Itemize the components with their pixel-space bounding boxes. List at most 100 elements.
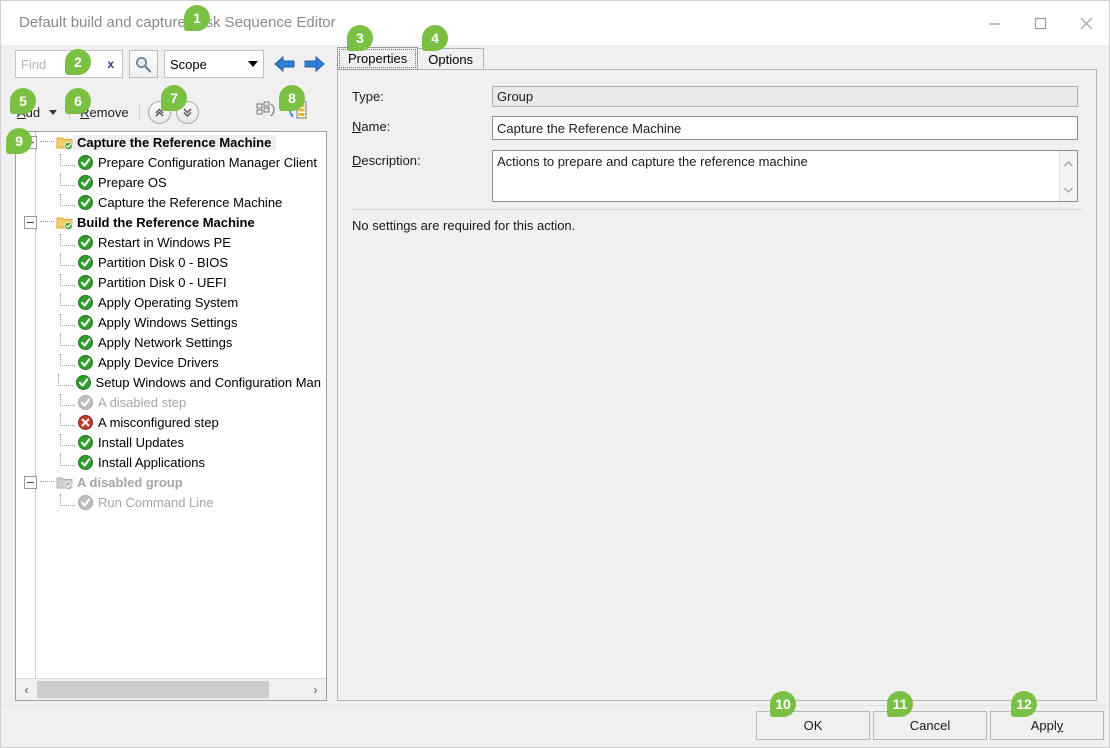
tree-node-label: Partition Disk 0 - UEFI: [94, 275, 232, 290]
maximize-icon[interactable]: [1017, 1, 1063, 45]
annotation-badge-10: 10: [770, 691, 796, 717]
title-bar: Default build and capture Task Sequence …: [1, 1, 1109, 45]
tree-node-label: Apply Device Drivers: [94, 355, 224, 370]
tree-step-node[interactable]: Run Command Line: [16, 492, 326, 512]
scroll-down-icon[interactable]: [1060, 177, 1077, 203]
divider: [139, 103, 140, 121]
tree-step-node[interactable]: Install Applications: [16, 452, 326, 472]
badge-number: 7: [161, 85, 187, 111]
tree-connector: [60, 494, 75, 506]
scope-value: Scope: [170, 57, 248, 72]
tree-group-node[interactable]: Build the Reference Machine: [16, 212, 326, 232]
tree-connector: [60, 334, 75, 346]
badge-number: 12: [1011, 691, 1037, 717]
name-label-accel: N: [352, 119, 361, 134]
scroll-left-icon[interactable]: ‹: [16, 679, 37, 700]
tree-connector: [60, 314, 75, 326]
tree-expander-icon[interactable]: [24, 476, 37, 489]
type-label: Type:: [352, 86, 492, 104]
tree-connector: [60, 174, 75, 186]
tree-node-label: Prepare Configuration Manager Client: [94, 155, 322, 170]
tab-properties-label: Properties: [348, 51, 407, 66]
tree-node-label: Partition Disk 0 - BIOS: [94, 255, 233, 270]
bottom-divider: [1, 705, 1109, 706]
copy-steps-icon[interactable]: [256, 101, 278, 123]
tree-node-label: Prepare OS: [94, 175, 172, 190]
type-value: Group: [492, 86, 1078, 107]
apply-button[interactable]: Apply: [990, 711, 1104, 740]
tree-node-label: Install Applications: [94, 455, 210, 470]
tree-node-label: Setup Windows and Configuration Man: [92, 375, 326, 390]
chevron-down-icon: [248, 61, 258, 67]
tree-node-label: Apply Windows Settings: [94, 315, 242, 330]
type-field-row: Type: Group: [352, 86, 1082, 107]
description-textarea[interactable]: Actions to prepare and capture the refer…: [492, 150, 1078, 202]
tab-options[interactable]: Options: [417, 48, 484, 70]
tree-connector: [60, 274, 75, 286]
tree-connector: [60, 354, 75, 366]
badge-number: 9: [6, 128, 32, 154]
badge-number: 4: [422, 25, 448, 51]
name-input[interactable]: Capture the Reference Machine: [492, 116, 1078, 140]
tree-connector: [60, 394, 75, 406]
scroll-right-icon[interactable]: ›: [305, 679, 326, 700]
tree-step-node[interactable]: Partition Disk 0 - BIOS: [16, 252, 326, 272]
tree-connector: [60, 234, 75, 246]
close-icon[interactable]: [1063, 1, 1109, 45]
tree-horizontal-scrollbar[interactable]: ‹ ›: [16, 678, 326, 700]
tree-step-node[interactable]: Setup Windows and Configuration Man: [16, 372, 326, 392]
cancel-button-label: Cancel: [910, 718, 950, 733]
minimize-icon[interactable]: [971, 1, 1017, 45]
tree-step-node[interactable]: Prepare OS: [16, 172, 326, 192]
tree-items-container: Capture the Reference Machine Prepare Con…: [16, 132, 326, 678]
scroll-up-icon[interactable]: [1060, 151, 1077, 177]
description-field-row: Description: Actions to prepare and capt…: [352, 150, 1082, 202]
tree-node-label: Capture the Reference Machine: [73, 135, 276, 150]
annotation-badge-6: 6: [65, 88, 91, 114]
tree-node-label: Capture the Reference Machine: [94, 195, 287, 210]
tree-connector: [40, 481, 54, 483]
annotation-badge-4: 4: [422, 25, 448, 51]
tree-node-label: Apply Operating System: [94, 295, 243, 310]
description-value: Actions to prepare and capture the refer…: [497, 154, 808, 169]
tree-node-label: A disabled step: [94, 395, 191, 410]
tree-group-node[interactable]: Capture the Reference Machine: [16, 132, 326, 152]
tree-connector: [60, 294, 75, 306]
scrollbar-thumb[interactable]: [37, 681, 269, 698]
annotation-badge-8: 8: [279, 85, 305, 111]
tree-step-node[interactable]: Apply Windows Settings: [16, 312, 326, 332]
tree-step-node[interactable]: Apply Operating System: [16, 292, 326, 312]
description-label-accel: D: [352, 153, 361, 168]
scrollbar-track[interactable]: [37, 679, 305, 700]
window-controls: [971, 1, 1109, 45]
tree-step-node[interactable]: Apply Device Drivers: [16, 352, 326, 372]
tree-step-node[interactable]: Capture the Reference Machine: [16, 192, 326, 212]
description-scrollbar[interactable]: [1059, 151, 1077, 201]
tree-group-node[interactable]: A disabled group: [16, 472, 326, 492]
tree-step-node[interactable]: Partition Disk 0 - UEFI: [16, 272, 326, 292]
find-next-button[interactable]: [299, 50, 328, 78]
find-previous-button[interactable]: [270, 50, 299, 78]
tree-connector: [60, 434, 75, 446]
tree-step-node[interactable]: Apply Network Settings: [16, 332, 326, 352]
badge-number: 1: [184, 5, 210, 31]
search-icon[interactable]: [129, 50, 158, 78]
description-label: Description:: [352, 150, 492, 168]
scope-dropdown[interactable]: Scope: [164, 50, 264, 78]
remove-rest: emove: [90, 105, 129, 120]
chevron-down-icon[interactable]: [49, 110, 57, 115]
tree-step-node[interactable]: A misconfigured step: [16, 412, 326, 432]
description-label-rest: escription:: [361, 153, 420, 168]
tree-expander-icon[interactable]: [24, 216, 37, 229]
task-sequence-tree[interactable]: Capture the Reference Machine Prepare Con…: [15, 131, 327, 701]
tree-list: Capture the Reference Machine Prepare Con…: [16, 132, 326, 512]
properties-tab-page: Type: Group Name: Capture the Reference …: [337, 69, 1097, 701]
tree-step-node[interactable]: Restart in Windows PE: [16, 232, 326, 252]
window-title: Default build and capture Task Sequence …: [19, 14, 336, 31]
tree-step-node[interactable]: A disabled step: [16, 392, 326, 412]
annotation-badge-11: 11: [887, 691, 913, 717]
tree-step-node[interactable]: Install Updates: [16, 432, 326, 452]
section-divider: [352, 209, 1082, 210]
clear-search-icon[interactable]: x: [107, 57, 117, 71]
tree-step-node[interactable]: Prepare Configuration Manager Client: [16, 152, 326, 172]
